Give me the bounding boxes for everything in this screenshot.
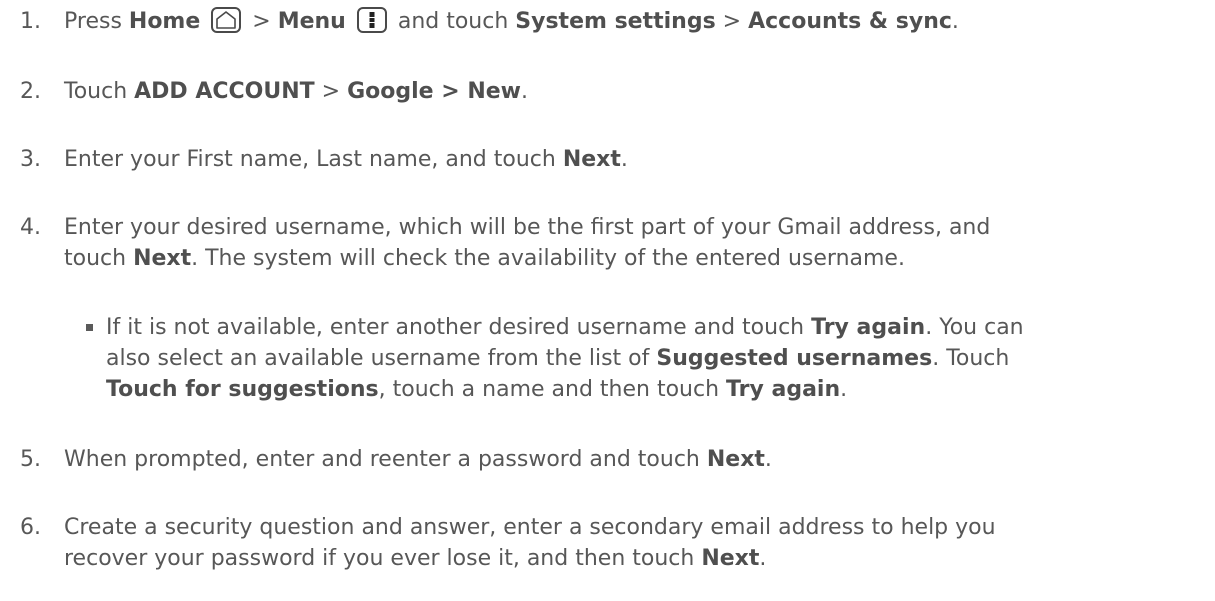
next-label: Next [701,546,760,571]
step-text: Create a security question and answer, e… [64,515,996,571]
home-icon [211,7,242,33]
step-number: 1. [20,9,41,34]
menu-icon [356,7,387,33]
next-label: Next [133,246,192,271]
step-text: Enter your desired username, which will … [64,215,991,271]
add-account-label: ADD ACCOUNT [134,79,315,104]
bullet-icon [86,324,93,331]
step-text: When prompted, enter and reenter a passw… [64,447,772,472]
google-new-label: Google > New [347,79,521,104]
suggested-usernames-label: Suggested usernames [656,346,933,371]
home-label: Home [128,9,201,34]
try-again-label: Try again [811,315,926,340]
next-label: Next [562,147,621,172]
step-number: 3. [20,147,41,172]
touch-for-suggestions-label: Touch for suggestions [106,377,379,402]
step-number: 6. [20,515,41,540]
try-again-label: Try again [726,377,841,402]
next-label: Next [706,447,765,472]
step-text: Touch ADD ACCOUNT > Google > New. [64,79,528,104]
step-number: 2. [20,79,41,104]
accounts-sync-label: Accounts & sync [748,9,952,34]
instructions-document: 1. Press Home > Menu and touch System se… [0,0,1215,601]
substep-text: If it is not available, enter another de… [106,315,1024,402]
step-number: 4. [20,215,41,240]
step-number: 5. [20,447,41,472]
system-settings-label: System settings [515,9,716,34]
step-text: Enter your First name, Last name, and to… [64,147,628,172]
step-text: Press Home > Menu and touch System setti… [64,7,959,34]
menu-label: Menu [277,9,346,34]
